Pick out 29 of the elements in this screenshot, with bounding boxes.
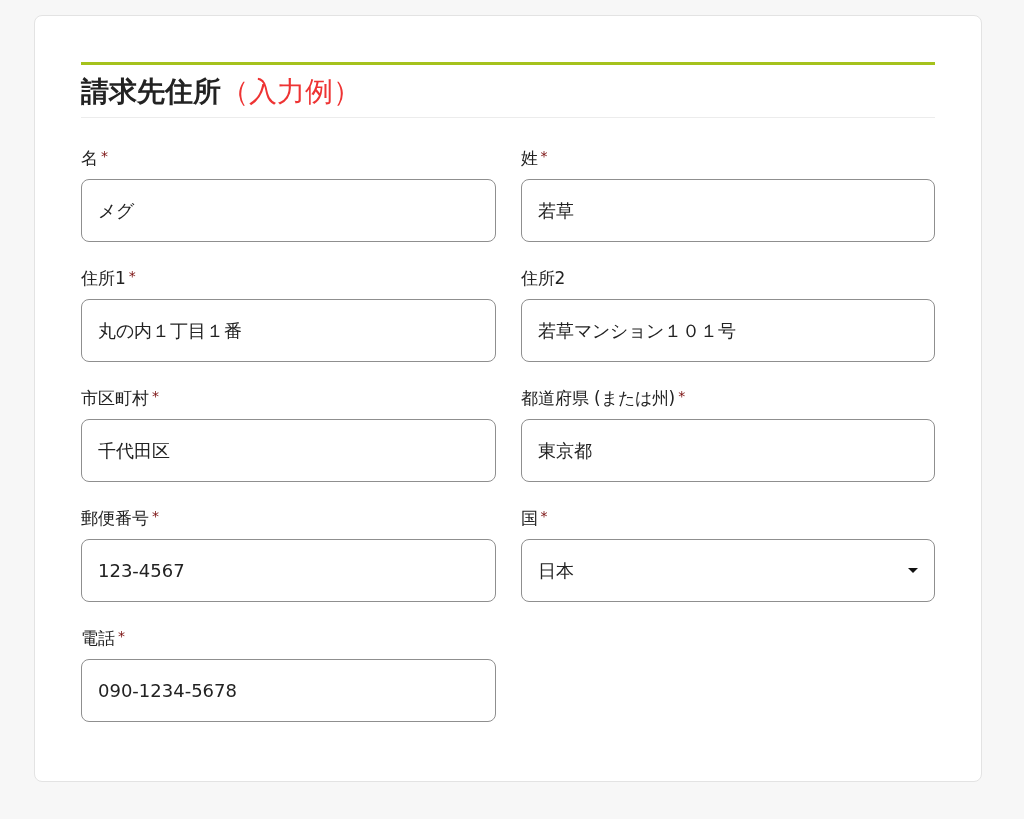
input-field[interactable]: 若草マンション１０１号 (520, 299, 935, 362)
required-mark: * (152, 387, 159, 406)
input-field[interactable]: 123-4567 (81, 539, 496, 602)
field-label: 名 (81, 147, 98, 170)
required-mark: * (101, 147, 108, 166)
input-field[interactable]: 丸の内１丁目１番 (81, 299, 496, 362)
input-field[interactable]: 若草 (520, 179, 935, 242)
field-label: 郵便番号 (81, 507, 149, 530)
section-title: 請求先住所 (81, 74, 221, 110)
example-note: （入力例） (221, 74, 361, 110)
required-mark: * (540, 507, 548, 526)
field-label: 市区町村 (81, 387, 149, 410)
required-mark: * (152, 507, 159, 526)
field-label: 住所2 (520, 267, 566, 290)
field-label: 姓 (520, 147, 538, 170)
required-mark: * (540, 147, 548, 166)
required-mark: * (118, 627, 125, 646)
field-label: 都道府県 (または州) (520, 387, 676, 410)
input-field[interactable]: 東京都 (520, 419, 935, 482)
input-field[interactable]: メグ (81, 179, 496, 242)
input-field[interactable]: 090-1234-5678 (81, 659, 496, 722)
field-label: 国 (520, 507, 538, 530)
input-field[interactable]: 千代田区 (81, 419, 496, 482)
field-label: 住所1 (81, 267, 126, 290)
field-label: 電話 (81, 627, 115, 650)
country-select[interactable]: 日本 (520, 539, 935, 602)
required-mark: * (678, 387, 686, 406)
caret-icon (908, 568, 918, 573)
required-mark: * (128, 267, 136, 286)
